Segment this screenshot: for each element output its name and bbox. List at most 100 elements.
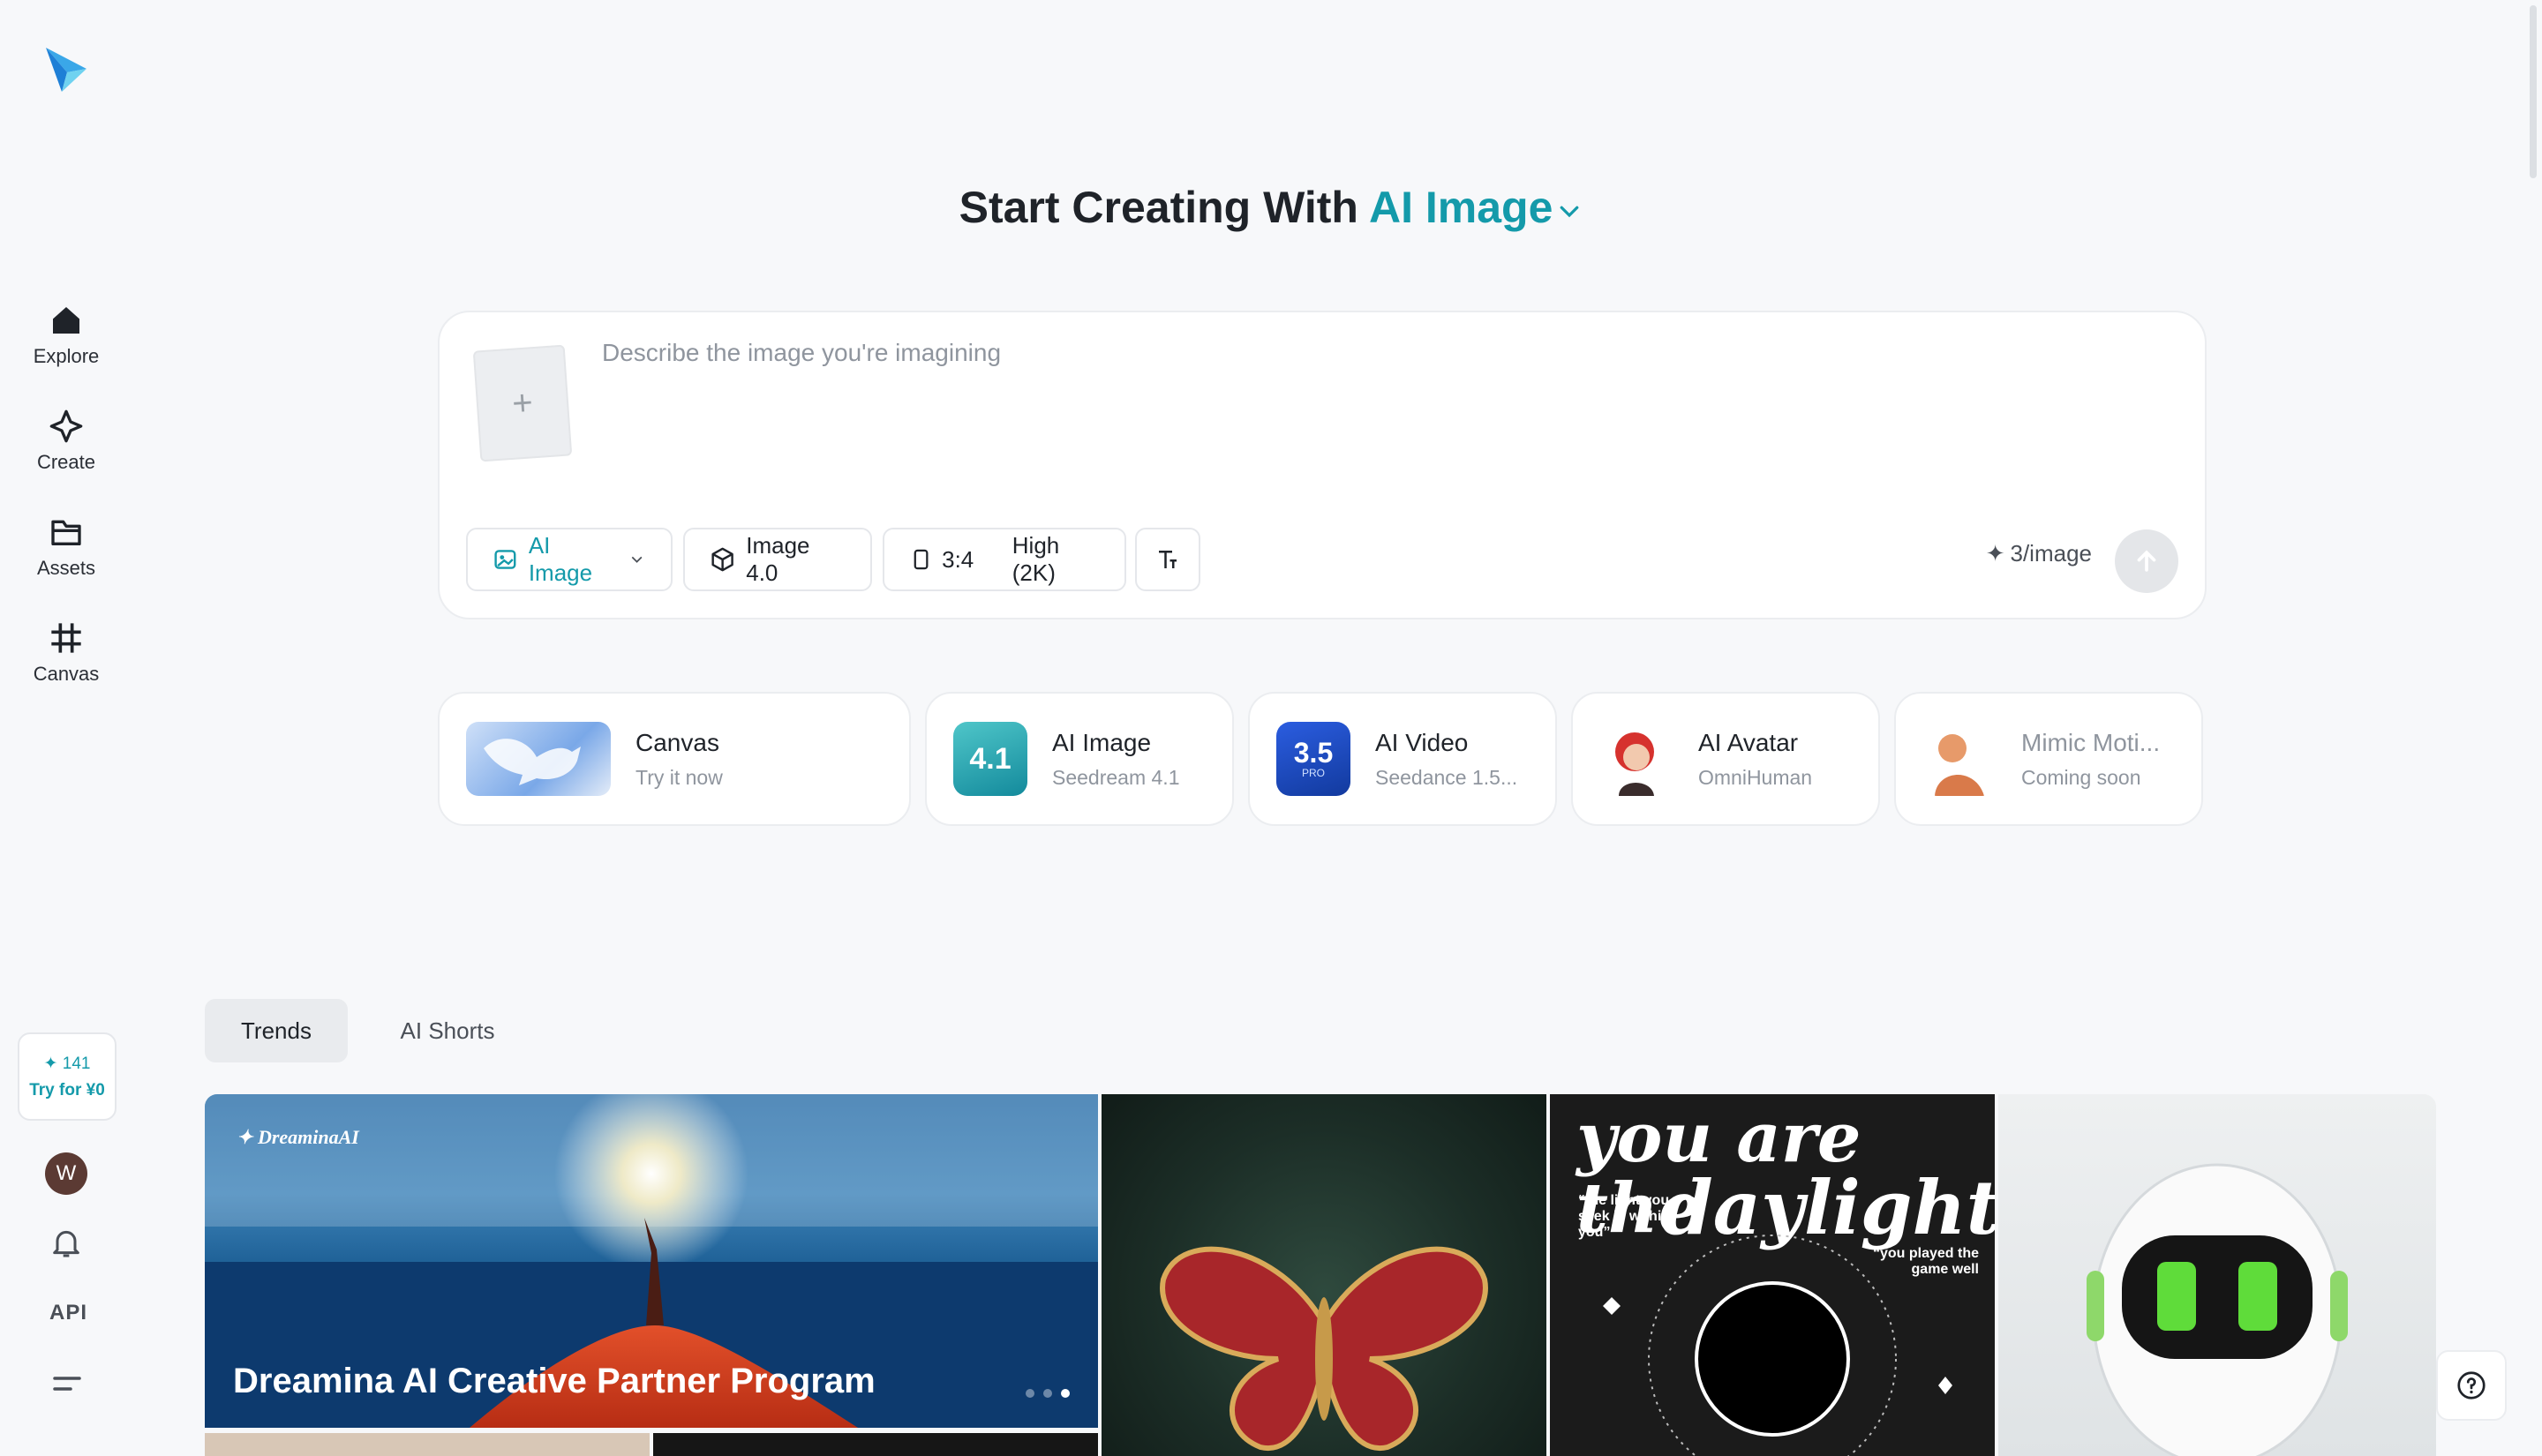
question-icon: [2457, 1371, 2486, 1400]
eclipse-artwork: [1603, 1235, 1952, 1456]
banner-brand-logo: ✦ DreaminaAI: [237, 1126, 359, 1148]
text-icon: [1159, 551, 1177, 568]
plus-icon: +: [510, 382, 535, 424]
tool-ai-image-info: AI Image Seedream 4.1: [1052, 729, 1179, 790]
tool-mimic-motion[interactable]: Mimic Moti... Coming soon: [1894, 692, 2203, 826]
avatar-thumbnail: [1599, 722, 1673, 796]
carousel-dot-active[interactable]: [1061, 1389, 1070, 1398]
upload-reference-button[interactable]: +: [472, 344, 573, 462]
nav-assets[interactable]: Assets: [18, 503, 115, 591]
help-button[interactable]: [2436, 1350, 2507, 1421]
cost-indicator: ✦ 3/image: [1986, 540, 2092, 567]
tool-canvas-name: Canvas: [636, 728, 719, 756]
tool-ai-avatar-info: AI Avatar OmniHuman: [1698, 729, 1812, 790]
tool-mimic-motion-name: Mimic Moti...: [2021, 728, 2161, 756]
banner-title: Dreamina AI Creative Partner Program: [233, 1362, 876, 1400]
credits-count: ✦ 141: [43, 1054, 91, 1073]
featured-banner[interactable]: ✦ DreaminaAI Dreamina AI Creative Partne…: [205, 1094, 1098, 1428]
tool-canvas-sub: Try it now: [636, 765, 723, 789]
dreamina-logo[interactable]: [42, 42, 90, 95]
scrollbar[interactable]: [2530, 5, 2537, 178]
carousel-dot[interactable]: [1026, 1389, 1034, 1398]
seedance-pro-badge: PRO: [1301, 767, 1325, 779]
gallery-item-daylight-poster[interactable]: you are the daylight “the light you seek…: [1550, 1094, 1995, 1456]
tab-ai-shorts[interactable]: AI Shorts: [374, 999, 521, 1062]
ratio-quality-selector[interactable]: 3:4 High (2K): [883, 528, 1126, 591]
sparkle-icon: ✦: [1985, 540, 2005, 567]
nav-explore[interactable]: Explore: [18, 291, 115, 379]
tool-mimic-motion-sub: Coming soon: [2021, 765, 2141, 789]
nav-create-label: Create: [36, 451, 96, 473]
avatar[interactable]: W: [45, 1152, 87, 1195]
seedream-badge: 4.1: [969, 741, 1012, 776]
carousel-dot[interactable]: [1043, 1389, 1052, 1398]
tool-mimic-motion-info: Mimic Moti... Coming soon: [2021, 729, 2160, 790]
pegasus-illustration: [484, 739, 581, 785]
image-icon: [494, 550, 516, 569]
cost-label: 3/image: [2010, 540, 2093, 567]
tool-ai-image-name: AI Image: [1052, 728, 1152, 756]
model-selector[interactable]: Image 4.0: [683, 528, 872, 591]
tool-ai-video-sub: Seedance 1.5...: [1375, 765, 1518, 789]
type-dropdown-label: AI Image: [528, 532, 593, 586]
tab-trends[interactable]: Trends: [205, 999, 348, 1062]
cube-icon: [711, 547, 733, 572]
tool-ai-avatar-sub: OmniHuman: [1698, 765, 1813, 789]
aspect-ratio-icon: [914, 549, 929, 570]
credits-value: 141: [62, 1054, 91, 1073]
arrow-up-icon: [2137, 550, 2156, 572]
ratio-label: 3:4: [942, 545, 974, 573]
gallery-item-below-2[interactable]: [653, 1433, 1098, 1456]
home-icon: [53, 307, 79, 334]
tool-ai-avatar-name: AI Avatar: [1698, 728, 1799, 756]
try-free-label: Try for ¥0: [29, 1080, 105, 1100]
canvas-thumbnail: [466, 722, 611, 796]
api-link[interactable]: API: [49, 1301, 87, 1325]
frame-icon: [51, 623, 81, 653]
seedance-badge: 3.5: [1293, 737, 1334, 769]
tool-ai-image[interactable]: 4.1 AI Image Seedream 4.1: [925, 692, 1234, 826]
chevron-down-icon: [1561, 206, 1579, 218]
tool-canvas-info: Canvas Try it now: [636, 729, 723, 790]
credits-box[interactable]: ✦ 141 Try for ¥0: [18, 1032, 117, 1121]
mimic-figure-illustration: [1935, 734, 1984, 796]
mode-selector-label: AI Image: [1368, 183, 1553, 232]
sparkle-icon: [49, 409, 83, 443]
tool-ai-video-info: AI Video Seedance 1.5...: [1375, 729, 1517, 790]
model-label: Image 4.0: [746, 532, 810, 586]
prompt-input[interactable]: [602, 339, 2102, 436]
seedream-icon: 4.1: [953, 722, 1027, 796]
folder-icon: [51, 520, 81, 545]
carousel-dots[interactable]: [1026, 1389, 1070, 1398]
nav-create[interactable]: Create: [18, 397, 115, 485]
menu-icon[interactable]: [51, 1371, 83, 1398]
banner-brand-text: DreaminaAI: [257, 1126, 359, 1148]
robot-artwork: [2087, 1163, 2348, 1456]
nav-assets-label: Assets: [36, 557, 96, 579]
butterfly-artwork: [1160, 1246, 1488, 1452]
text-style-button[interactable]: [1135, 528, 1200, 591]
page-title: Start Creating With AI Image: [0, 182, 2542, 233]
avatar-character-illustration: [1615, 732, 1654, 796]
mimic-thumbnail: [1922, 722, 1997, 796]
gallery-item-below-1[interactable]: [205, 1433, 650, 1456]
quality-label: High (2K): [1012, 532, 1060, 586]
nav-canvas-label: Canvas: [33, 663, 100, 685]
nav-explore-label: Explore: [33, 345, 100, 367]
gallery-item-robot[interactable]: [1998, 1094, 2436, 1456]
gallery-item-butterfly[interactable]: [1102, 1094, 1546, 1456]
tool-canvas[interactable]: Canvas Try it now: [438, 692, 911, 826]
tool-ai-avatar[interactable]: AI Avatar OmniHuman: [1571, 692, 1880, 826]
prompt-card: + AI Image Image 4.0 3:4 High (2K) ✦ 3/i…: [438, 311, 2207, 619]
seedance-icon: 3.5 PRO: [1276, 722, 1350, 796]
mode-selector[interactable]: AI Image: [1369, 183, 1583, 232]
tool-ai-video-name: AI Video: [1375, 728, 1469, 756]
bell-icon[interactable]: [49, 1225, 84, 1260]
generate-button[interactable]: [2115, 529, 2178, 593]
title-prefix: Start Creating With: [959, 183, 1358, 232]
type-dropdown[interactable]: AI Image: [466, 528, 673, 591]
tool-ai-video[interactable]: 3.5 PRO AI Video Seedance 1.5...: [1248, 692, 1557, 826]
nav-canvas[interactable]: Canvas: [18, 609, 115, 697]
tool-ai-image-sub: Seedream 4.1: [1052, 765, 1180, 789]
chevron-down-icon: [631, 556, 643, 563]
